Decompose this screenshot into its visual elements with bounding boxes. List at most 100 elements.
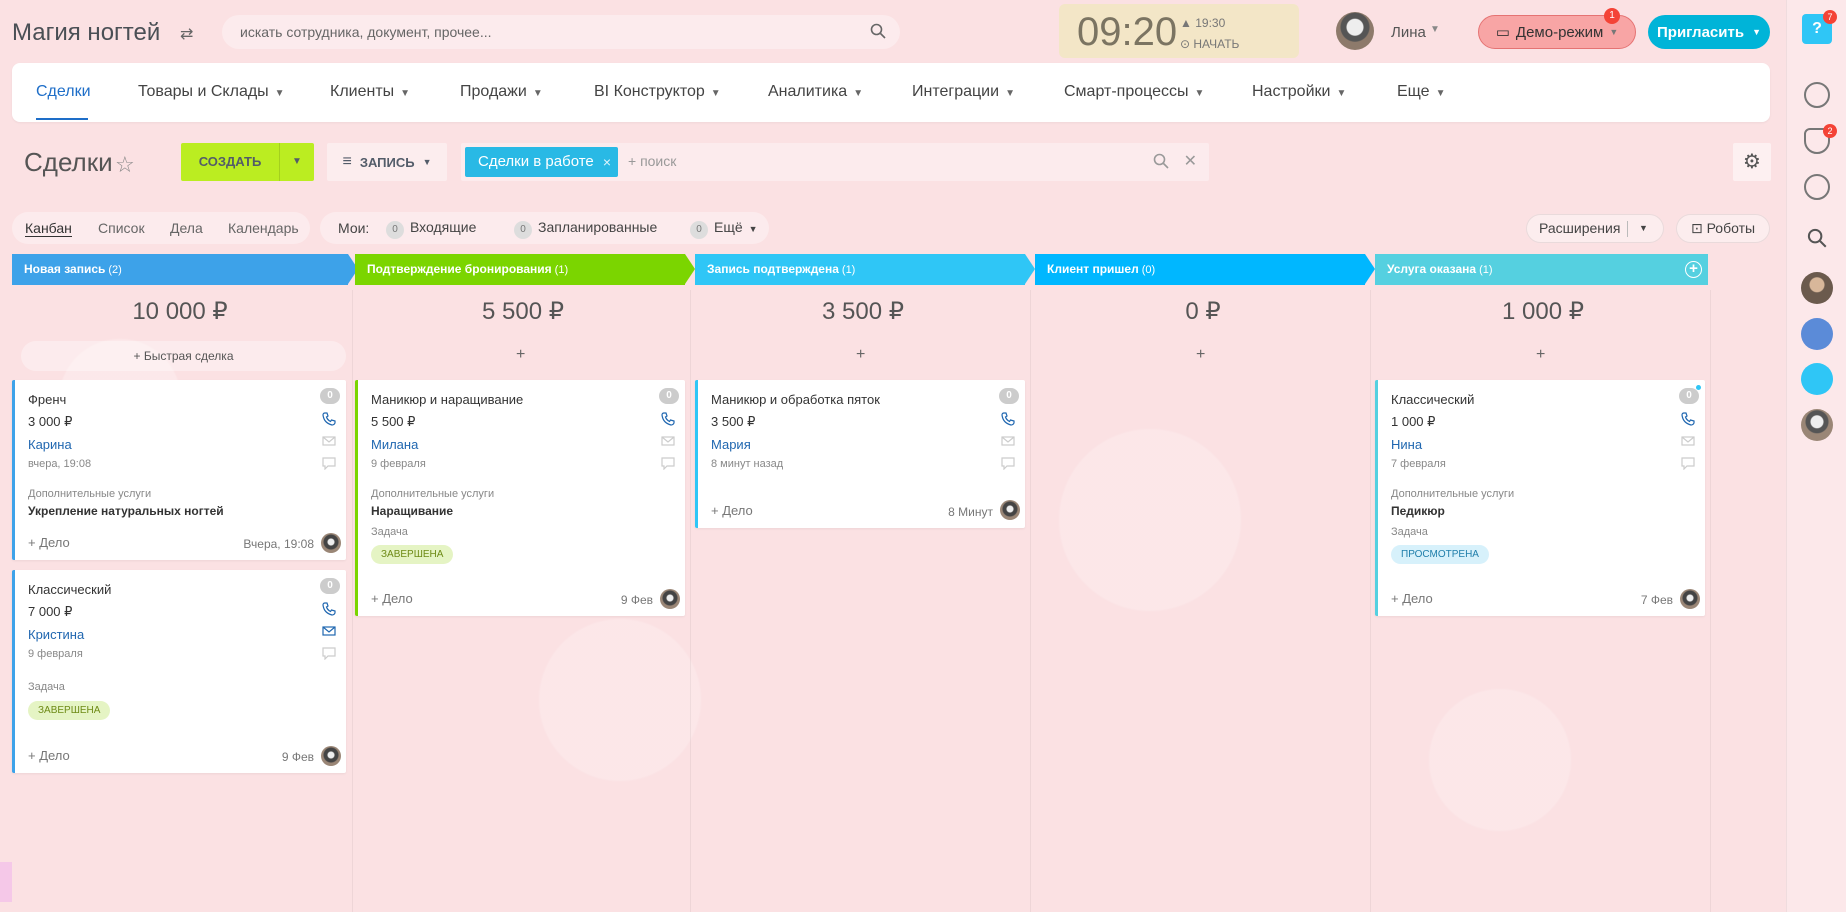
contact-avatar[interactable] — [1801, 409, 1833, 441]
chevron-down-icon[interactable]: ▼ — [1639, 215, 1648, 242]
quick-deal-label: Быстрая сделка — [143, 349, 234, 363]
nav-item-analytics[interactable]: Аналитика ▼ — [768, 83, 863, 101]
nav-item-more[interactable]: Еще ▼ — [1397, 83, 1445, 101]
user-name[interactable]: Лина — [1391, 24, 1426, 41]
deal-card[interactable]: Классический 0 1 000 ₽ Нина 7 февраля До… — [1375, 380, 1705, 616]
stage-header-arrived[interactable]: Клиент пришел (0) — [1035, 254, 1375, 285]
phone-icon[interactable] — [1681, 412, 1695, 426]
group-chat-icon[interactable] — [1801, 318, 1833, 350]
filter-chip[interactable]: Сделки в работе × — [465, 147, 618, 177]
sliders-icon[interactable]: ⇄ — [180, 24, 193, 44]
chat-icon[interactable] — [1804, 174, 1830, 200]
deal-client[interactable]: Кристина — [28, 627, 84, 642]
online-users-icon[interactable] — [1801, 363, 1833, 395]
side-tab[interactable] — [0, 862, 12, 902]
robots-button[interactable]: ⊡ Роботы — [1676, 214, 1770, 243]
filter-search-input[interactable]: + поиск — [628, 153, 676, 169]
deal-card[interactable]: Френч 0 3 000 ₽ Карина вчера, 19:08 Допо… — [12, 380, 346, 560]
category-filter-button[interactable]: ≡ ЗАПИСЬ ▼ — [327, 143, 447, 181]
deal-title[interactable]: Классический — [28, 582, 111, 597]
add-deal-button[interactable]: + — [1196, 346, 1205, 364]
deal-title[interactable]: Маникюр и наращивание — [371, 392, 523, 407]
nav-item-clients[interactable]: Клиенты ▼ — [330, 83, 410, 101]
add-deal-button[interactable]: + — [856, 346, 865, 364]
star-icon[interactable]: ☆ — [115, 152, 135, 178]
extensions-button[interactable]: Расширения ▼ — [1526, 214, 1664, 243]
deal-client[interactable]: Карина — [28, 437, 72, 452]
mail-icon[interactable] — [1001, 434, 1015, 448]
copilot-icon[interactable] — [1804, 82, 1830, 108]
nav-item-bi[interactable]: BI Конструктор ▼ — [594, 83, 721, 101]
add-activity-button[interactable]: + Дело — [711, 503, 753, 518]
chat-icon[interactable] — [322, 646, 336, 660]
counter-planned[interactable]: 0 Запланированные — [514, 219, 657, 239]
chat-icon[interactable] — [322, 456, 336, 470]
nav-item-settings[interactable]: Настройки ▼ — [1252, 83, 1346, 101]
create-button[interactable]: СОЗДАТЬ ▼ — [181, 143, 314, 181]
search-icon[interactable] — [1153, 153, 1169, 169]
add-stage-icon[interactable]: + — [1685, 261, 1702, 278]
deal-title[interactable]: Френч — [28, 392, 66, 407]
stage-header-confirmed[interactable]: Запись подтверждена (1) — [695, 254, 1035, 285]
deal-card[interactable]: Маникюр и обработка пяток 0 3 500 ₽ Мари… — [695, 380, 1025, 528]
nav-item-smart[interactable]: Смарт-процессы ▼ — [1064, 83, 1204, 101]
deal-client[interactable]: Милана — [371, 437, 418, 452]
tab-kanban[interactable]: Канбан — [25, 220, 72, 237]
chat-icon[interactable] — [1001, 456, 1015, 470]
deal-title[interactable]: Классический — [1391, 392, 1474, 407]
add-activity-button[interactable]: + Дело — [1391, 591, 1433, 606]
close-icon[interactable]: × — [603, 147, 611, 177]
deal-card[interactable]: Классический 0 7 000 ₽ Кристина 9 феврал… — [12, 570, 346, 773]
deal-title[interactable]: Маникюр и обработка пяток — [711, 392, 880, 407]
gear-icon[interactable]: ⚙ — [1733, 143, 1771, 181]
search-icon[interactable] — [870, 23, 886, 39]
stage-header-done[interactable]: Услуга оказана (1) + — [1375, 254, 1708, 285]
responsible-avatar[interactable] — [660, 589, 680, 609]
add-deal-button[interactable]: + — [516, 346, 525, 364]
counter-more[interactable]: 0 Ещё ▼ — [690, 219, 758, 239]
deal-card[interactable]: Маникюр и наращивание 0 5 500 ₽ Милана 9… — [355, 380, 685, 616]
phone-icon[interactable] — [1001, 412, 1015, 426]
stage-header-new[interactable]: Новая запись (2) — [12, 254, 358, 285]
counter-incoming[interactable]: 0 Входящие — [386, 219, 476, 239]
deal-client[interactable]: Мария — [711, 437, 751, 452]
stage-header-booking[interactable]: Подтверждение бронирования (1) — [355, 254, 695, 285]
invite-button[interactable]: Пригласить ▼ — [1648, 15, 1770, 49]
responsible-avatar[interactable] — [321, 533, 341, 553]
user-avatar[interactable] — [1336, 12, 1374, 50]
phone-icon[interactable] — [661, 412, 675, 426]
mail-icon[interactable] — [322, 434, 336, 448]
mail-icon[interactable] — [661, 434, 675, 448]
add-activity-button[interactable]: + Дело — [28, 748, 70, 763]
nav-item-deals[interactable]: Сделки — [36, 83, 91, 101]
responsible-avatar[interactable] — [1680, 589, 1700, 609]
chevron-down-icon[interactable]: ▼ — [279, 143, 314, 181]
tab-list[interactable]: Список — [98, 220, 145, 236]
phone-icon[interactable] — [322, 412, 336, 426]
add-deal-button[interactable]: + — [1536, 346, 1545, 364]
add-activity-button[interactable]: + Дело — [28, 535, 70, 550]
mail-icon[interactable] — [1681, 434, 1695, 448]
contact-avatar[interactable] — [1801, 272, 1833, 304]
quick-deal-button[interactable]: + Быстрая сделка — [21, 341, 346, 371]
search-input[interactable] — [222, 15, 842, 49]
chat-icon[interactable] — [1681, 456, 1695, 470]
close-icon[interactable]: ✕ — [1184, 151, 1197, 171]
workday-clock[interactable]: 09:20 ▲ 19:30 ⊙ НАЧАТЬ — [1059, 4, 1299, 58]
responsible-avatar[interactable] — [1000, 500, 1020, 520]
add-activity-button[interactable]: + Дело — [371, 591, 413, 606]
chevron-down-icon[interactable]: ▼ — [1430, 24, 1440, 35]
nav-item-integrations[interactable]: Интеграции ▼ — [912, 83, 1015, 101]
phone-icon[interactable] — [322, 602, 336, 616]
tab-activities[interactable]: Дела — [170, 220, 203, 236]
mail-icon[interactable] — [322, 624, 336, 638]
responsible-avatar[interactable] — [321, 746, 341, 766]
filter-bar[interactable]: Сделки в работе × + поиск ✕ — [461, 143, 1209, 181]
clock-start-button[interactable]: ⊙ НАЧАТЬ — [1180, 37, 1239, 51]
nav-item-sales[interactable]: Продажи ▼ — [460, 83, 543, 101]
deal-client[interactable]: Нина — [1391, 437, 1422, 452]
nav-item-products[interactable]: Товары и Склады ▼ — [138, 83, 285, 101]
tab-calendar[interactable]: Календарь — [228, 220, 299, 236]
search-icon[interactable] — [1807, 228, 1827, 248]
chat-icon[interactable] — [661, 456, 675, 470]
